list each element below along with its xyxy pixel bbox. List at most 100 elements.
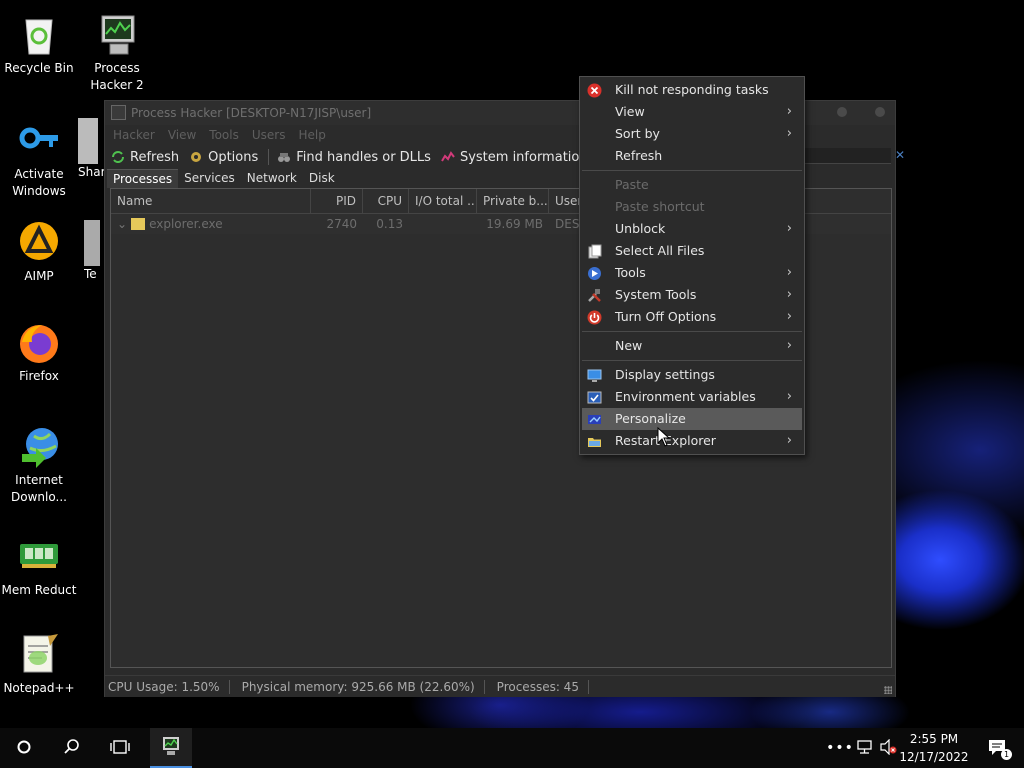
environment-icon	[587, 390, 602, 405]
taskbar-process-hacker[interactable]	[150, 728, 192, 768]
desktop-icon-internet-download-manager[interactable]: Internet Downlo...	[0, 424, 78, 506]
menu-item-label: Display settings	[615, 367, 715, 382]
folder-icon	[131, 218, 146, 230]
search-button[interactable]	[48, 728, 96, 768]
menu-separator	[582, 331, 802, 332]
action-center-button[interactable]: 1	[978, 728, 1018, 768]
toolbar-separator	[268, 149, 270, 165]
mouse-cursor	[657, 426, 671, 450]
notification-icon: 1	[988, 739, 1012, 760]
status-memory: Physical memory: 925.66 MB (22.60%)	[239, 679, 485, 694]
options-button[interactable]: Options	[189, 150, 258, 165]
chevron-right-icon: ›	[786, 265, 792, 280]
chevron-right-icon: ›	[786, 389, 792, 404]
menu-tools[interactable]: Tools	[209, 128, 239, 142]
menu-item-unblock[interactable]: Unblock ›	[582, 218, 802, 240]
menu-item-label: Kill not responding tasks	[615, 82, 769, 97]
task-view-button[interactable]	[96, 728, 144, 768]
menu-item-display-settings[interactable]: Display settings	[582, 364, 802, 386]
menu-users[interactable]: Users	[252, 128, 286, 142]
refresh-button[interactable]: Refresh	[111, 150, 179, 165]
notification-badge: 1	[1001, 749, 1012, 760]
display-icon	[587, 368, 602, 383]
menu-item-system-tools[interactable]: System Tools ›	[582, 284, 802, 306]
column-name[interactable]: Name	[111, 189, 311, 214]
tab-services[interactable]: Services	[178, 169, 241, 188]
menu-item-restart-explorer[interactable]: Restart Explorer ›	[582, 430, 802, 452]
menu-item-kill-not-responding[interactable]: Kill not responding tasks	[582, 79, 802, 101]
chevron-right-icon: ›	[786, 287, 792, 302]
app-icon	[78, 118, 98, 164]
menu-help[interactable]: Help	[298, 128, 325, 142]
desktop-icon-label: Notepad++	[3, 681, 75, 695]
menu-item-view[interactable]: View ›	[582, 101, 802, 123]
chevron-right-icon: ›	[786, 126, 792, 141]
resize-grip[interactable]	[884, 686, 892, 694]
system-information-label: System information	[459, 149, 588, 165]
search-input[interactable]: ✕	[801, 148, 905, 164]
chevron-right-icon: ›	[786, 221, 792, 236]
tab-network[interactable]: Network	[241, 169, 303, 188]
desktop-icon-aimp[interactable]: AIMP	[0, 220, 78, 285]
show-hidden-icons-button[interactable]: •••	[826, 728, 854, 768]
desktop-icon-process-hacker[interactable]: Process Hacker 2	[78, 12, 156, 94]
system-information-button[interactable]: System information	[441, 150, 588, 165]
desktop-icon-notepad-plus-plus[interactable]: Notepad++	[0, 632, 78, 697]
clear-search-icon[interactable]: ✕	[895, 148, 905, 162]
menu-item-select-all-files[interactable]: Select All Files	[582, 240, 802, 262]
menu-item-paste: Paste	[582, 174, 802, 196]
process-hacker-icon	[94, 12, 140, 58]
chevron-right-icon: ›	[786, 309, 792, 324]
menu-item-label: Personalize	[615, 411, 686, 426]
menu-item-sort-by[interactable]: Sort by ›	[582, 123, 802, 145]
more-dots-icon: •••	[826, 740, 854, 756]
desktop-icon-recycle-bin[interactable]: Recycle Bin	[0, 12, 78, 77]
tab-disk[interactable]: Disk	[303, 169, 341, 188]
menu-item-new[interactable]: New ›	[582, 335, 802, 357]
menu-item-label: Unblock	[615, 221, 666, 236]
minimize-button[interactable]	[837, 107, 847, 117]
network-button[interactable]	[852, 728, 878, 768]
menu-view[interactable]: View	[168, 128, 196, 142]
menu-hacker[interactable]: Hacker	[113, 128, 155, 142]
menu-item-tools[interactable]: Tools ›	[582, 262, 802, 284]
start-button[interactable]	[0, 728, 48, 768]
desktop-icon-activate-windows[interactable]: Activate Windows	[0, 118, 78, 200]
column-pid[interactable]: PID	[311, 189, 363, 214]
tab-processes[interactable]: Processes	[107, 169, 179, 188]
clock-date: 12/17/2022	[899, 750, 969, 764]
column-cpu[interactable]: CPU	[363, 189, 409, 214]
menu-item-turn-off-options[interactable]: Turn Off Options ›	[582, 306, 802, 328]
gear-icon	[189, 150, 203, 164]
menu-separator	[582, 360, 802, 361]
find-handles-button[interactable]: Find handles or DLLs	[277, 150, 431, 165]
menu-item-label: Paste	[615, 177, 649, 192]
menu-item-label: View	[615, 104, 645, 119]
clock-time: 2:55 PM	[909, 732, 959, 746]
chevron-down-icon[interactable]: ⌄	[117, 214, 127, 234]
clock[interactable]: 2:55 PM 12/17/2022	[897, 730, 971, 766]
app-icon	[84, 220, 100, 266]
menu-item-environment-variables[interactable]: Environment variables ›	[582, 386, 802, 408]
menu-item-label: Select All Files	[615, 243, 705, 258]
desktop-icon-label: Activate Windows	[12, 167, 66, 198]
menu-item-label: Tools	[615, 265, 646, 280]
tools-arrow-icon	[587, 266, 602, 281]
close-button[interactable]	[875, 107, 885, 117]
column-private-bytes[interactable]: Private b...	[477, 189, 549, 214]
column-io-total[interactable]: I/O total ...	[409, 189, 477, 214]
menu-item-refresh[interactable]: Refresh	[582, 145, 802, 167]
tab-strip: Processes Services Network Disk	[107, 169, 341, 188]
chevron-right-icon: ›	[786, 433, 792, 448]
menu-item-personalize[interactable]: Personalize	[582, 408, 802, 430]
desktop-icon-mem-reduct[interactable]: Mem Reduct	[0, 534, 78, 599]
options-label: Options	[208, 149, 259, 165]
taskbar: ••• 2:55 PM 12/17/2022 1	[0, 728, 1024, 768]
folder-icon	[587, 434, 602, 449]
desktop-icon-firefox[interactable]: Firefox	[0, 320, 78, 385]
desktop-icon-label: AIMP	[24, 269, 54, 283]
desktop-icon-label: Recycle Bin	[4, 61, 74, 75]
menu-item-label: Environment variables	[615, 389, 756, 404]
idm-icon	[16, 424, 62, 470]
chart-icon	[441, 150, 455, 164]
